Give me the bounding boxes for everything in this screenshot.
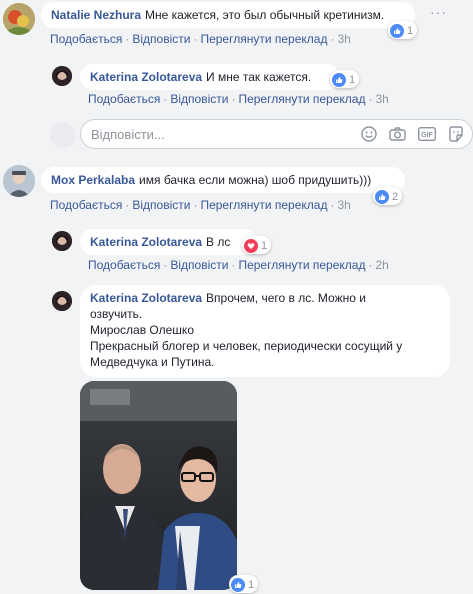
comment-bubble: Katerina Zolotareva В лс [80,229,258,255]
like-icon [390,23,404,38]
comment-actions: Подобається · Відповісти · Переглянути перек… [88,92,389,106]
comment-author[interactable]: Natalie Nezhura [51,8,141,22]
like-icon [231,577,245,592]
reaction-count: 2 [392,190,399,203]
comment-bubble: Natalie Nezhura Мне кажется, это был обыч… [41,2,415,28]
gif-icon[interactable]: GIF [417,126,437,144]
emoji-icon[interactable] [361,126,377,145]
timestamp[interactable]: 3h [375,92,388,106]
comment-actions: Подобається · Відповісти · Переглянути перек… [50,198,351,212]
avatar[interactable] [52,231,72,251]
avatar[interactable] [3,165,35,197]
see-translation-link[interactable]: Переглянути переклад [200,32,327,46]
timestamp[interactable]: 2h [375,258,388,272]
reaction-badge[interactable]: 1 [242,236,272,254]
like-link[interactable]: Подобається [50,32,122,46]
comment-bubble: Katerina Zolotareva И мне так кажется. [80,64,340,90]
like-icon [332,72,346,87]
comment-bubble: Mox Perkalaba имя бачка если можна) шоб п… [41,167,405,193]
reaction-count: 1 [407,24,414,37]
comment-text-line: Прекрасный блогер и человек, периодическ… [90,339,403,353]
camera-icon[interactable] [389,126,406,145]
reaction-badge[interactable]: 1 [388,21,418,39]
see-translation-link[interactable]: Переглянути переклад [238,258,365,272]
comment-text: имя бачка если можна) шоб придушить))) [139,173,372,187]
like-icon [375,189,389,204]
reaction-count: 1 [261,239,268,252]
comment-text-line: Мирослав Олешко [90,323,194,337]
avatar[interactable] [3,3,35,35]
reply-link[interactable]: Відповісти [170,92,228,106]
comment-text-line: Медведчука и Путина. [90,355,215,369]
like-link[interactable]: Подобається [88,258,160,272]
comment-text-line: озвучить. [90,307,143,321]
reply-link[interactable]: Відповісти [132,198,190,212]
comment-bubble: Katerina Zolotareva Впрочем, чего в лс. М… [80,285,450,377]
sticker-icon[interactable] [448,126,464,145]
see-translation-link[interactable]: Переглянути переклад [200,198,327,212]
reply-input[interactable]: Відповісти... GIF [80,119,473,149]
reply-link[interactable]: Відповісти [170,258,228,272]
avatar[interactable] [52,291,72,311]
reaction-badge[interactable]: 1 [330,70,360,88]
comment-author[interactable]: Katerina Zolotareva [90,235,202,249]
comment-author[interactable]: Mox Perkalaba [51,173,135,187]
like-link[interactable]: Подобається [88,92,160,106]
more-options-icon[interactable]: ··· [430,4,447,20]
timestamp[interactable]: 3h [337,32,350,46]
comment-author[interactable]: Katerina Zolotareva [90,70,202,84]
reply-link[interactable]: Відповісти [132,32,190,46]
comment-text: И мне так кажется. [206,70,312,84]
reply-input-placeholder: Відповісти... [91,127,165,142]
comment-actions: Подобається · Відповісти · Переглянути перек… [88,258,389,272]
attached-photo[interactable] [80,381,237,590]
svg-text:GIF: GIF [421,132,433,139]
current-user-avatar [50,122,76,148]
like-link[interactable]: Подобається [50,198,122,212]
comment-text: Мне кажется, это был обычный кретинизм. [145,8,385,22]
reaction-count: 1 [349,73,356,86]
timestamp[interactable]: 3h [337,198,350,212]
see-translation-link[interactable]: Переглянути переклад [238,92,365,106]
reaction-badge[interactable]: 2 [373,187,403,205]
comment-actions: Подобається · Відповісти · Переглянути перек… [50,32,351,46]
reaction-badge[interactable]: 1 [229,575,259,593]
comment-author[interactable]: Katerina Zolotareva [90,291,202,305]
avatar[interactable] [52,66,72,86]
comment-text-line: Впрочем, чего в лс. Можно и [206,291,366,305]
love-icon [244,238,258,253]
reaction-count: 1 [248,578,255,591]
comment-text: В лс [206,235,231,249]
